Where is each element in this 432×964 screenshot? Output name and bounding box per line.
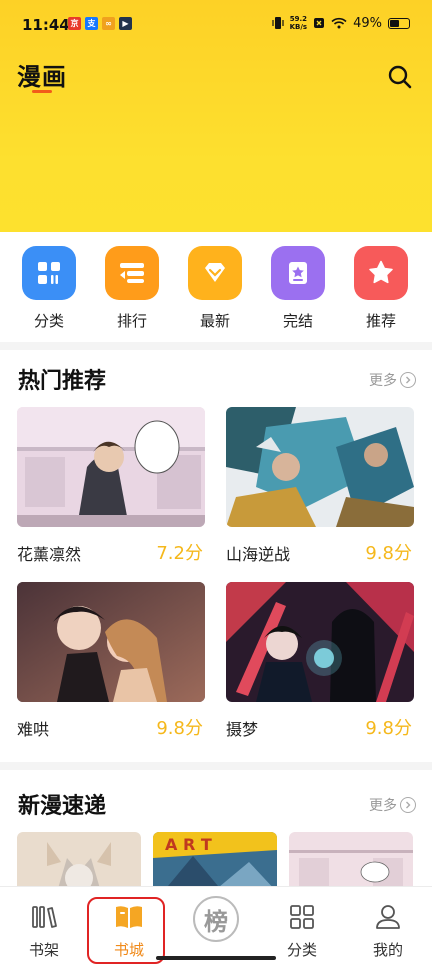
link-notification-icon: ∞ [102,17,115,30]
ranking-badge-icon: 榜 [193,896,239,942]
sim-icon [314,18,325,28]
comic-title: 花薰凛然 [17,545,82,564]
grid-icon [286,901,318,933]
category-latest[interactable]: 最新 [180,246,250,331]
comic-card[interactable]: 山海逆战 9.8分 [226,407,414,564]
app-notification-icon: 京 [68,17,81,30]
svg-text:A R T: A R T [165,835,212,854]
comic-score: 7.2分 [156,543,203,564]
comic-cover-shanhai[interactable] [226,407,414,527]
comic-title: 山海逆战 [226,545,291,564]
highlight-annotation [87,897,165,964]
page-title: 漫画 [17,63,67,91]
user-icon [372,901,404,933]
notification-icons: 京 支 ∞ ▶ [68,17,132,30]
grid-icon [22,246,76,300]
comic-title: 摄梦 [226,720,259,739]
bookshelf-icon [28,901,60,933]
hot-section-title: 热门推荐 [18,369,107,394]
comic-card[interactable]: 摄梦 9.8分 [226,582,414,739]
comic-card[interactable]: 难哄 9.8分 [17,582,205,739]
nav-ranking[interactable]: 榜 [181,896,251,942]
category-entries: 分类 排行 最新 完结 推荐 [0,232,432,342]
new-comic-cover[interactable]: A R T [153,832,277,892]
wifi-icon [331,17,347,29]
nav-category[interactable]: 分类 [267,901,337,960]
play-notification-icon: ▶ [119,17,132,30]
bottom-nav: 书架 书城 榜 分类 我的 [0,886,432,964]
home-indicator[interactable] [156,956,276,960]
comic-score: 9.8分 [365,718,412,739]
comic-cover-shemeng[interactable] [226,582,414,702]
battery-icon [388,17,410,29]
category-finished[interactable]: 完结 [263,246,333,331]
nav-bookshelf[interactable]: 书架 [9,901,79,960]
new-section-title: 新漫速递 [18,794,107,819]
search-icon[interactable] [386,63,414,91]
new-comic-cover[interactable] [17,832,141,892]
new-comic-cover[interactable] [289,832,413,892]
chevron-right-icon [400,797,416,813]
category-classify[interactable]: 分类 [14,246,84,331]
status-time: 11:44 [22,16,70,34]
system-status: 59.2 KB/s 49% [272,15,410,31]
hot-more-link[interactable]: 更多 [369,370,416,390]
comic-cover-huaxun[interactable] [17,407,205,527]
category-ranking[interactable]: 排行 [97,246,167,331]
comic-title: 难哄 [17,720,50,739]
battery-percent: 49% [353,15,382,31]
rank-list-icon [105,246,159,300]
nav-mine[interactable]: 我的 [353,901,423,960]
section-divider [0,342,432,350]
diamond-icon [188,246,242,300]
status-bar: 11:44 京 支 ∞ ▶ 59.2 KB/s 49% [0,0,432,52]
section-divider [0,762,432,770]
header-banner: 11:44 京 支 ∞ ▶ 59.2 KB/s 49% 漫画 [0,0,432,232]
comic-card[interactable]: 花薰凛然 7.2分 [17,407,205,564]
category-recommend[interactable]: 推荐 [346,246,416,331]
title-underline [32,90,52,93]
star-book-icon [271,246,325,300]
star-icon [354,246,408,300]
chevron-right-icon [400,372,416,388]
net-speed: 59.2 KB/s [289,15,308,31]
comic-score: 9.8分 [365,543,412,564]
vibrate-icon [272,17,284,29]
comic-score: 9.8分 [156,718,203,739]
comic-cover-nanhong[interactable] [17,582,205,702]
new-more-link[interactable]: 更多 [369,795,416,815]
alipay-notification-icon: 支 [85,17,98,30]
